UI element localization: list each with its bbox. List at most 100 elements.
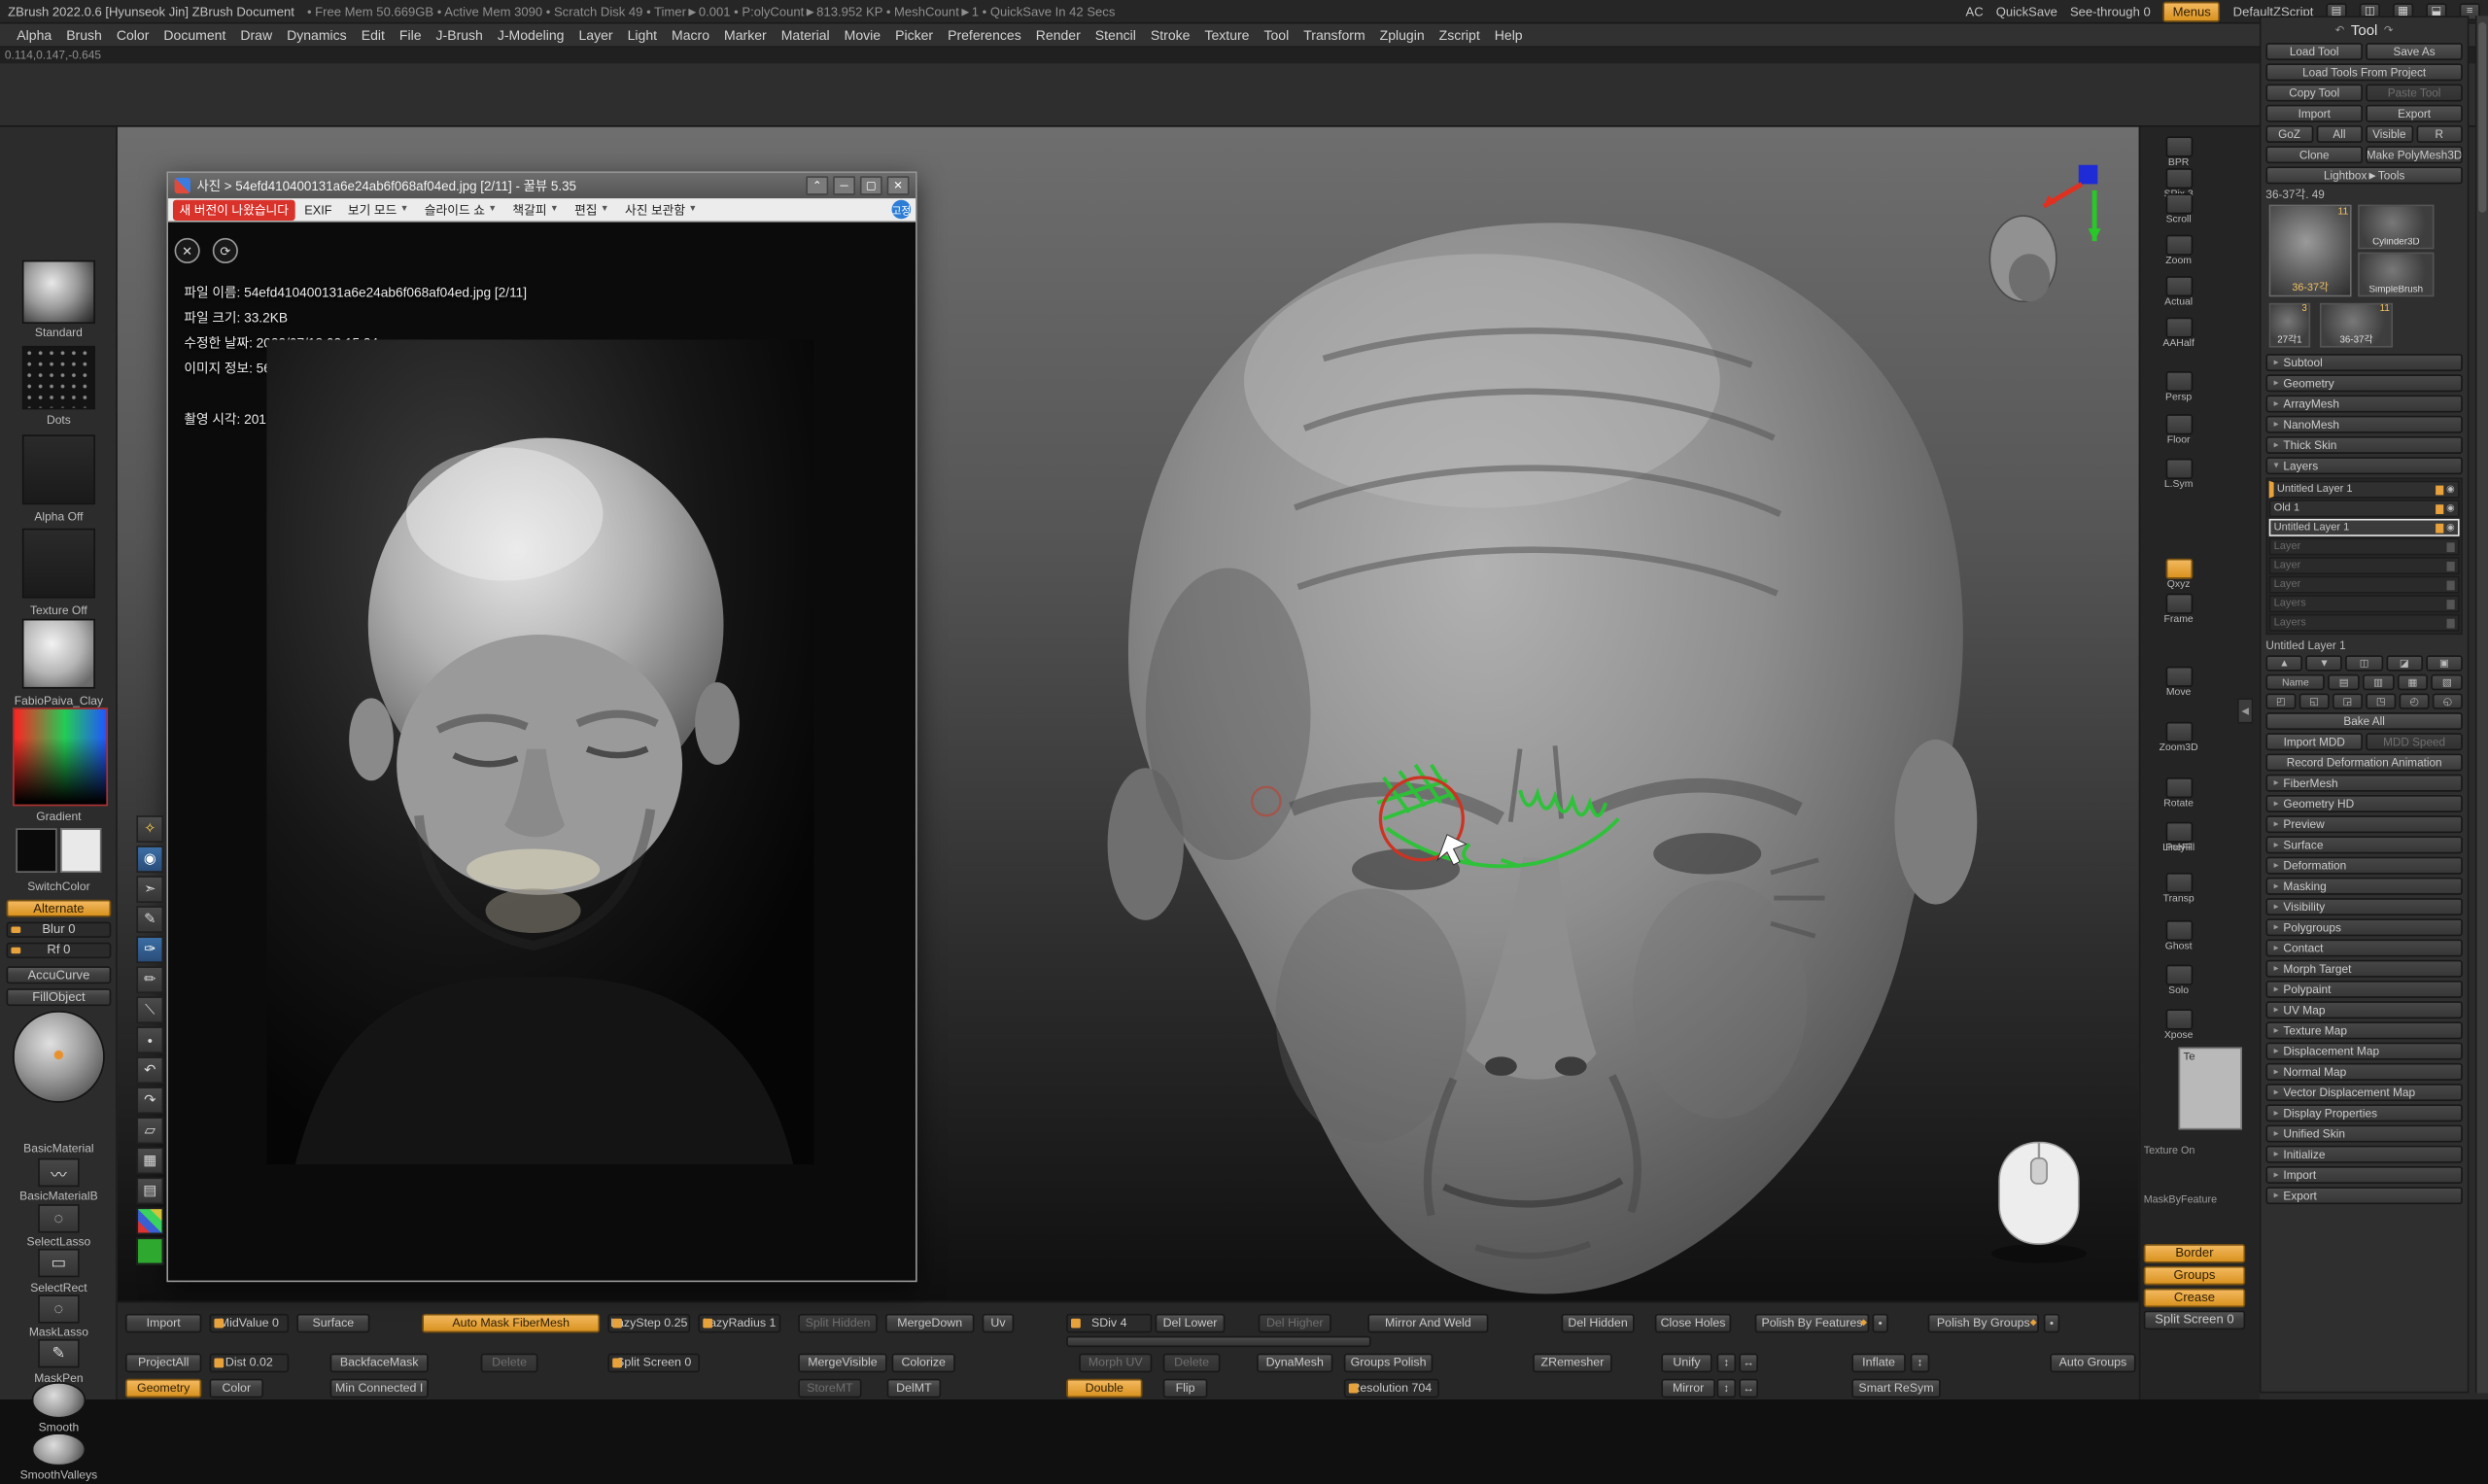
36-37각-thumb[interactable]: 36-37각11 — [2320, 303, 2393, 348]
menu-material[interactable]: Material — [774, 27, 837, 43]
midvalue-0[interactable]: MidValue 0 — [210, 1314, 290, 1333]
section-morph-target[interactable]: Morph Target — [2265, 960, 2462, 978]
copy-tool-button[interactable]: Copy Tool — [2265, 85, 2363, 102]
maskbyfeature-label[interactable]: MaskByFeature — [2144, 1194, 2259, 1209]
solo[interactable]: Solo — [2144, 965, 2214, 1006]
del-higher[interactable]: Del Higher — [1259, 1314, 1331, 1333]
mergevisible[interactable]: MergeVisible — [798, 1354, 886, 1373]
section-geometry[interactable]: Geometry — [2265, 374, 2462, 392]
alpha-off-thumb[interactable] — [22, 434, 95, 504]
menu-movie[interactable]: Movie — [837, 27, 887, 43]
section-thick-skin[interactable]: Thick Skin — [2265, 436, 2462, 454]
polish-features-mode-dot[interactable]: • — [1873, 1314, 1888, 1333]
menu-zscript[interactable]: Zscript — [1432, 27, 1487, 43]
dynamesh[interactable]: DynaMesh — [1257, 1354, 1332, 1373]
menu-슬라이드-쇼[interactable]: 슬라이드 쇼▼ — [418, 199, 502, 220]
brush-standard-thumb[interactable] — [22, 260, 95, 324]
bake-all-button[interactable]: Bake All — [2265, 712, 2462, 730]
uv[interactable]: Uv — [983, 1314, 1015, 1333]
export-button[interactable]: Export — [2366, 105, 2463, 122]
layer-slider-knob[interactable] — [2436, 523, 2443, 533]
menu-preferences[interactable]: Preferences — [941, 27, 1029, 43]
section-subtool[interactable]: Subtool — [2265, 354, 2462, 371]
section-unified-skin[interactable]: Unified Skin — [2265, 1125, 2462, 1143]
layer-item[interactable]: Old 1◉ — [2269, 500, 2460, 517]
crease-button[interactable]: Crease — [2144, 1289, 2245, 1308]
section-initialize[interactable]: Initialize — [2265, 1146, 2462, 1163]
fillobject[interactable]: FillObject — [7, 988, 112, 1006]
menu-edit[interactable]: Edit — [354, 27, 392, 43]
floor[interactable]: Floor — [2144, 414, 2214, 455]
mergedown[interactable]: MergeDown — [885, 1314, 974, 1333]
make-polymesh3d-button[interactable]: Make PolyMesh3D — [2366, 146, 2463, 163]
backfacemask[interactable]: BackfaceMask — [330, 1354, 429, 1373]
simplebrush-thumb[interactable]: SimpleBrush — [2358, 253, 2434, 297]
smart-resym[interactable]: Smart ReSym — [1851, 1379, 1940, 1398]
menu-tool[interactable]: Tool — [1257, 27, 1296, 43]
layer-arrow-buttons-1[interactable]: ▲ — [2265, 655, 2302, 671]
menu-새-버전이-나왔습니다[interactable]: 새 버전이 나왔습니다 — [173, 199, 295, 220]
groups-button[interactable]: Groups — [2144, 1266, 2245, 1286]
transp[interactable]: Transp — [2144, 873, 2214, 914]
ghost[interactable]: Ghost — [2144, 920, 2214, 961]
import-button[interactable]: Import — [2265, 105, 2363, 122]
auto-groups[interactable]: Auto Groups — [2050, 1354, 2135, 1373]
all-button[interactable]: All — [2316, 125, 2363, 143]
smoothvalleys-brush-thumb[interactable] — [32, 1432, 86, 1466]
maskpen-icon[interactable]: ✎ — [38, 1339, 79, 1367]
colorize[interactable]: Colorize — [892, 1354, 955, 1373]
quicksave[interactable]: QuickSave — [1996, 4, 2057, 18]
layer-util-buttons-2[interactable]: ◱ — [2299, 693, 2330, 708]
layer-item[interactable]: Layer — [2269, 557, 2460, 574]
delete[interactable]: Delete — [481, 1354, 538, 1373]
layer-util-buttons-5[interactable]: ◴ — [2400, 693, 2430, 708]
alternate[interactable]: Alternate — [7, 900, 112, 917]
ruler-icon[interactable]: ⟍ — [136, 996, 163, 1023]
sdiv-scrollbar[interactable] — [1066, 1336, 1370, 1347]
color-gradient-picker[interactable] — [13, 707, 108, 806]
menu-color[interactable]: Color — [109, 27, 156, 43]
menu-exif[interactable]: EXIF — [298, 201, 338, 219]
dist-0-02[interactable]: Dist 0.02 — [210, 1354, 290, 1373]
import[interactable]: Import — [125, 1314, 201, 1333]
layer-item[interactable]: Untitled Layer 1◉ — [2269, 519, 2460, 536]
geometry[interactable]: Geometry — [125, 1379, 201, 1398]
undo-icon[interactable]: ↶ — [136, 1056, 163, 1084]
layer-option-4[interactable]: ▧ — [2432, 674, 2463, 690]
visible-button[interactable]: Visible — [2366, 125, 2412, 143]
layer-item[interactable]: Layer — [2269, 537, 2460, 555]
menu-편집[interactable]: 편집▼ — [569, 199, 616, 220]
polish-by-features[interactable]: Polish By Features — [1755, 1314, 1870, 1333]
load-tool-button[interactable]: Load Tool — [2265, 43, 2363, 60]
layer-eye-icon[interactable]: ◉ — [2446, 503, 2455, 514]
split-hidden[interactable]: Split Hidden — [798, 1314, 878, 1333]
layer-util-buttons-1[interactable]: ◰ — [2265, 693, 2296, 708]
del-lower[interactable]: Del Lower — [1156, 1314, 1226, 1333]
right-scrollbar[interactable] — [2475, 16, 2488, 1393]
section-arraymesh[interactable]: ArrayMesh — [2265, 396, 2462, 413]
layer-eye-icon[interactable]: ◉ — [2446, 484, 2455, 495]
undo-arrow-icon[interactable]: ↶ — [2335, 23, 2345, 36]
flip[interactable]: Flip — [1163, 1379, 1208, 1398]
active-tool-thumb[interactable]: 36-37각11 — [2269, 205, 2352, 297]
delmt[interactable]: DelMT — [887, 1379, 942, 1398]
load-tools-from-project-button[interactable]: Load Tools From Project — [2265, 63, 2462, 81]
menu-help[interactable]: Help — [1487, 27, 1530, 43]
section-geometry-hd[interactable]: Geometry HD — [2265, 795, 2462, 812]
menu-layer[interactable]: Layer — [571, 27, 620, 43]
name-button[interactable]: Name — [2265, 674, 2325, 690]
menus[interactable]: Menus — [2163, 1, 2221, 21]
scroll[interactable]: Scroll — [2144, 193, 2214, 234]
layer-util-buttons-4[interactable]: ◳ — [2366, 693, 2396, 708]
lightbox-tools-button[interactable]: Lightbox►Tools — [2265, 166, 2462, 184]
minimize-button[interactable]: ─ — [833, 176, 855, 195]
move[interactable]: Move — [2144, 667, 2214, 707]
pencil-icon[interactable]: ✏ — [136, 966, 163, 993]
mirror[interactable]: Mirror — [1661, 1379, 1715, 1398]
layer-arrow-buttons-2[interactable]: ▼ — [2306, 655, 2343, 671]
layer-slider-knob[interactable] — [2436, 485, 2443, 495]
mirror-axis-v[interactable]: ↕ — [1717, 1379, 1737, 1398]
pin-button[interactable]: ⌃ — [806, 176, 828, 195]
info-refresh-button[interactable]: ⟳ — [213, 238, 238, 263]
inflate-axis-v[interactable]: ↕ — [1911, 1354, 1930, 1373]
